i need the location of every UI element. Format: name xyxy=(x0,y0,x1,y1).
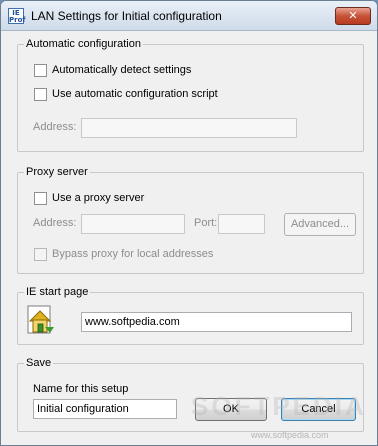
start-page-url-input[interactable]: www.softpedia.com xyxy=(81,312,352,332)
auto-detect-label[interactable]: Automatically detect settings xyxy=(52,64,191,77)
proxy-server-group: Proxy server Use a proxy server Address:… xyxy=(17,165,364,274)
window-title: LAN Settings for Initial configuration xyxy=(31,9,222,23)
auto-config-address-label: Address: xyxy=(33,121,77,133)
use-proxy-checkbox[interactable] xyxy=(34,192,47,205)
ie-start-page-title: IE start page xyxy=(24,285,91,299)
automatic-configuration-group: Automatic configuration Automatically de… xyxy=(17,37,364,152)
lan-settings-dialog: IE Prof LAN Settings for Initial configu… xyxy=(0,0,378,446)
title-bar[interactable]: IE Prof LAN Settings for Initial configu… xyxy=(1,1,377,31)
automatic-configuration-title: Automatic configuration xyxy=(24,37,143,51)
auto-config-script-checkbox[interactable] xyxy=(34,88,47,101)
softpedia-watermark-url: www.softpedia.com xyxy=(251,430,329,440)
auto-config-address-input[interactable] xyxy=(81,118,297,138)
setup-name-input[interactable]: Initial configuration xyxy=(33,399,177,419)
ie-start-page-group: IE start page www.softpedia.com xyxy=(17,285,364,345)
proxy-server-title: Proxy server xyxy=(24,165,90,179)
use-proxy-label[interactable]: Use a proxy server xyxy=(52,192,144,205)
bypass-local-label[interactable]: Bypass proxy for local addresses xyxy=(52,248,213,261)
proxy-address-label: Address: xyxy=(33,217,77,229)
softpedia-watermark: SOFTPEDIA xyxy=(191,391,367,421)
auto-config-script-label[interactable]: Use automatic configuration script xyxy=(52,88,218,101)
proxy-address-input[interactable] xyxy=(81,214,185,234)
close-button[interactable]: ✕ xyxy=(335,7,371,25)
bypass-local-checkbox[interactable] xyxy=(34,248,47,261)
proxy-port-input[interactable] xyxy=(218,214,265,234)
proxy-port-label: Port: xyxy=(194,217,218,229)
advanced-button[interactable]: Advanced... xyxy=(284,213,356,236)
setup-name-label: Name for this setup xyxy=(33,383,129,395)
home-page-icon xyxy=(27,305,54,334)
auto-detect-checkbox[interactable] xyxy=(34,64,47,77)
save-title: Save xyxy=(24,356,54,370)
ie-prof-app-icon: IE Prof xyxy=(8,8,26,24)
